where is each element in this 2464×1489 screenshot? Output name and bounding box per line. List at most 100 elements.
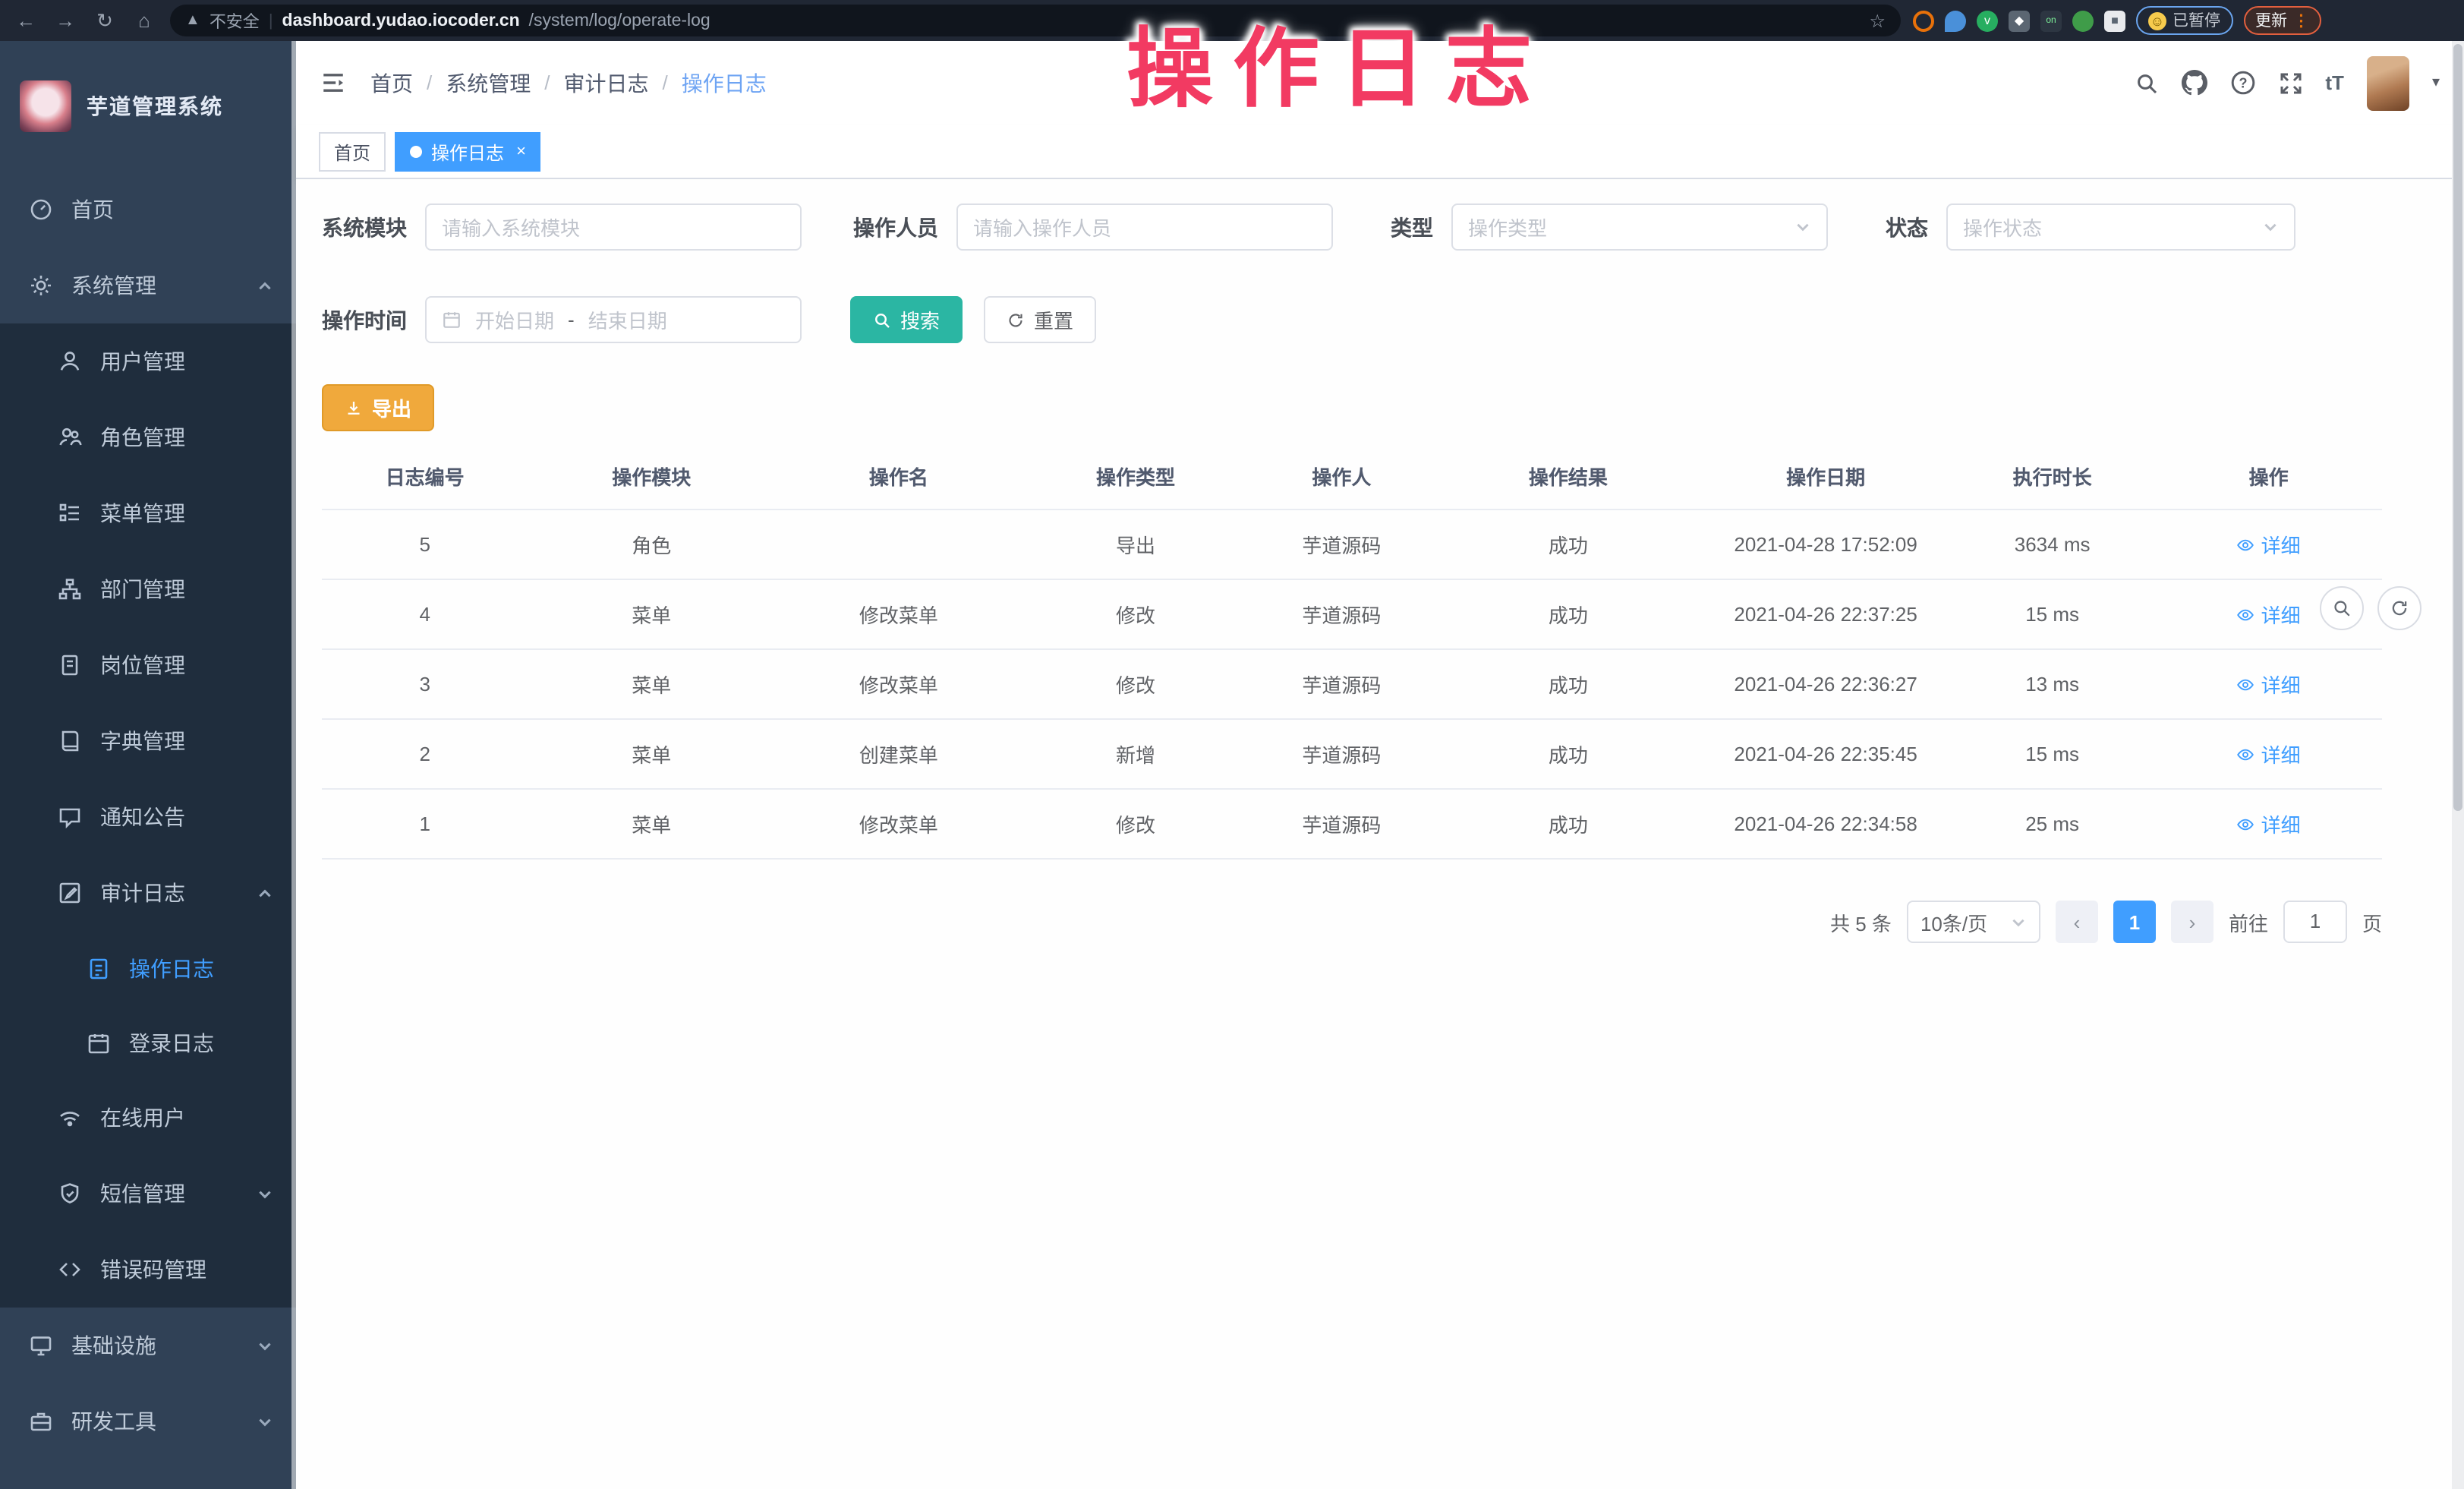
next-page-button[interactable]: › xyxy=(2171,901,2214,943)
cell-type: 修改 xyxy=(1022,579,1249,649)
detail-link[interactable]: 详细 xyxy=(2237,530,2301,559)
extension-icon[interactable] xyxy=(1913,10,1934,31)
export-button[interactable]: 导出 xyxy=(322,384,434,431)
breadcrumb-item-2[interactable]: 审计日志 xyxy=(564,68,649,98)
bookmark-star-icon[interactable]: ☆ xyxy=(1869,10,1886,31)
toggle-search-button[interactable] xyxy=(2320,586,2364,630)
table-column-header: 操作名 xyxy=(775,446,1022,509)
detail-link[interactable]: 详细 xyxy=(2237,600,2301,629)
collapse-sidebar-icon[interactable] xyxy=(320,70,346,96)
cell-operator: 芋道源码 xyxy=(1249,649,1434,719)
update-button[interactable]: 更新 ⋮ xyxy=(2243,6,2321,35)
tab-1[interactable]: 操作日志× xyxy=(395,132,541,172)
sidebar-item-11[interactable]: 登录日志 xyxy=(0,1005,296,1080)
sidebar-item-16[interactable]: 研发工具 xyxy=(0,1383,296,1459)
close-icon[interactable]: × xyxy=(516,143,526,161)
sidebar-item-10[interactable]: 操作日志 xyxy=(0,931,296,1005)
refresh-table-button[interactable] xyxy=(2377,586,2421,630)
sidebar-item-label: 审计日志 xyxy=(100,878,185,908)
goto-page-input[interactable]: 1 xyxy=(2283,901,2347,943)
cell-action: 详细 xyxy=(2155,649,2382,719)
operator-input[interactable]: 请输入操作人员 xyxy=(956,203,1333,251)
extension-icon[interactable]: v xyxy=(1977,10,1998,31)
type-select[interactable]: 操作类型 xyxy=(1451,203,1828,251)
sidebar-item-6[interactable]: 岗位管理 xyxy=(0,627,296,703)
github-icon[interactable] xyxy=(2181,70,2207,96)
table-row: 1菜单修改菜单修改芋道源码成功2021-04-26 22:34:5825 ms详… xyxy=(322,789,2382,859)
reload-icon[interactable]: ↻ xyxy=(91,8,118,33)
sidebar-item-0[interactable]: 首页 xyxy=(0,172,296,248)
sidebar-item-15[interactable]: 基础设施 xyxy=(0,1308,296,1383)
sidebar-item-label: 系统管理 xyxy=(71,270,156,301)
current-page[interactable]: 1 xyxy=(2113,901,2156,943)
cell-duration: 25 ms xyxy=(1949,789,2155,859)
font-size-icon[interactable]: tT xyxy=(2325,71,2344,94)
detail-link[interactable]: 详细 xyxy=(2237,740,2301,768)
sidebar-item-5[interactable]: 部门管理 xyxy=(0,551,296,627)
fullscreen-icon[interactable] xyxy=(2278,71,2302,95)
detail-link[interactable]: 详细 xyxy=(2237,670,2301,699)
cell-type: 修改 xyxy=(1022,789,1249,859)
sidebar-item-1[interactable]: 系统管理 xyxy=(0,248,296,323)
sidebar-item-8[interactable]: 通知公告 xyxy=(0,779,296,855)
goto-label: 前往 xyxy=(2229,907,2268,936)
cell-operator: 芋道源码 xyxy=(1249,579,1434,649)
extension-icon[interactable]: on xyxy=(2040,10,2062,31)
table-column-header: 操作模块 xyxy=(528,446,775,509)
table-column-header: 操作人 xyxy=(1249,446,1434,509)
annotation-overlay: 操作日志 xyxy=(1126,0,1552,125)
paused-badge[interactable]: ☺ 已暂停 xyxy=(2136,6,2232,35)
prev-page-button[interactable]: ‹ xyxy=(2056,901,2098,943)
extension-icon[interactable] xyxy=(1945,10,1966,31)
sidebar-item-7[interactable]: 字典管理 xyxy=(0,703,296,779)
sidebar-item-9[interactable]: 审计日志 xyxy=(0,855,296,931)
extension-icon[interactable]: ◆ xyxy=(2009,10,2030,31)
cell-operator: 芋道源码 xyxy=(1249,509,1434,579)
tab-0[interactable]: 首页 xyxy=(319,132,386,172)
sidebar-item-14[interactable]: 错误码管理 xyxy=(0,1232,296,1308)
sidebar-item-13[interactable]: 短信管理 xyxy=(0,1156,296,1232)
chevron-up-icon xyxy=(257,277,273,294)
table-column-header: 操作 xyxy=(2155,446,2382,509)
forward-icon[interactable]: → xyxy=(52,9,79,32)
page-scrollbar[interactable] xyxy=(2452,41,2464,1489)
search-button[interactable]: 搜索 xyxy=(850,296,963,343)
address-bar[interactable]: ▲ 不安全 | dashboard.yudao.iocoder.cn /syst… xyxy=(170,5,1901,36)
module-input[interactable]: 请输入系统模块 xyxy=(425,203,802,251)
status-select[interactable]: 操作状态 xyxy=(1946,203,2295,251)
cell-duration: 13 ms xyxy=(1949,649,2155,719)
cell-operator: 芋道源码 xyxy=(1249,789,1434,859)
cell-name: 创建菜单 xyxy=(775,719,1022,789)
sidebar-item-label: 登录日志 xyxy=(129,1027,214,1058)
total-count: 共 5 条 xyxy=(1830,907,1892,936)
home-icon[interactable]: ⌂ xyxy=(131,9,158,32)
cell-id: 1 xyxy=(322,789,528,859)
chevron-down-icon[interactable]: ▾ xyxy=(2432,74,2440,91)
extensions-puzzle-icon[interactable]: ■ xyxy=(2104,10,2125,31)
sidebar-item-label: 菜单管理 xyxy=(100,498,185,528)
scrollbar-thumb[interactable] xyxy=(2453,44,2462,811)
cell-date: 2021-04-26 22:34:58 xyxy=(1702,789,1949,859)
cell-date: 2021-04-26 22:35:45 xyxy=(1702,719,1949,789)
menulist-icon xyxy=(58,501,82,525)
reset-button[interactable]: 重置 xyxy=(984,296,1096,343)
help-icon[interactable]: ? xyxy=(2229,70,2255,96)
extension-icon[interactable] xyxy=(2072,10,2094,31)
breadcrumb-item-0[interactable]: 首页 xyxy=(370,68,413,98)
user-avatar[interactable] xyxy=(2367,55,2409,110)
sidebar-item-4[interactable]: 菜单管理 xyxy=(0,475,296,551)
sidebar-item-label: 角色管理 xyxy=(100,422,185,453)
app-logo-row[interactable]: 芋道管理系统 xyxy=(0,41,296,172)
sidebar-item-3[interactable]: 角色管理 xyxy=(0,399,296,475)
cell-module: 菜单 xyxy=(528,789,775,859)
sidebar-menu: 首页系统管理用户管理角色管理菜单管理部门管理岗位管理字典管理通知公告审计日志操作… xyxy=(0,172,296,1459)
breadcrumb-item-1[interactable]: 系统管理 xyxy=(446,68,531,98)
page-size-select[interactable]: 10条/页 xyxy=(1907,901,2040,943)
back-icon[interactable]: ← xyxy=(12,9,39,32)
sidebar-item-12[interactable]: 在线用户 xyxy=(0,1080,296,1156)
search-icon[interactable] xyxy=(2134,71,2158,95)
date-range-input[interactable]: 开始日期 - 结束日期 xyxy=(425,296,802,343)
sidebar-item-label: 首页 xyxy=(71,194,114,225)
sidebar-item-2[interactable]: 用户管理 xyxy=(0,323,296,399)
detail-link[interactable]: 详细 xyxy=(2237,809,2301,838)
